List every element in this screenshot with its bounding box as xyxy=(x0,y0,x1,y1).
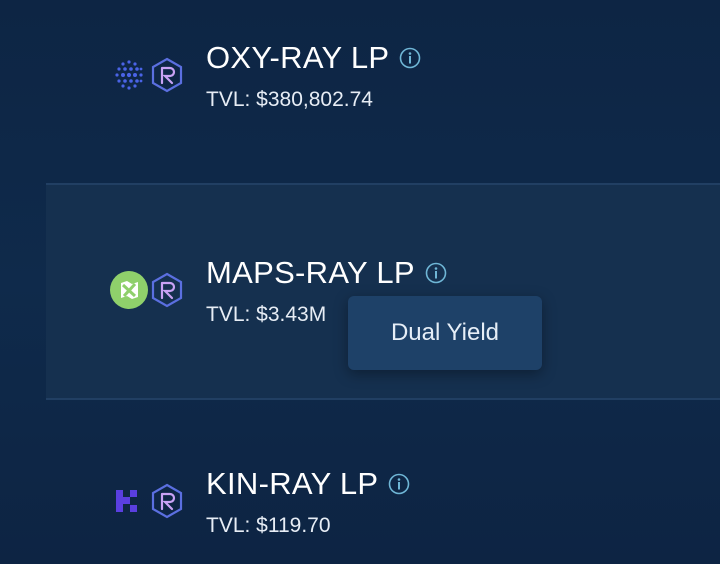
pool-tvl: TVL: $380,802.74 xyxy=(206,88,373,111)
pool-name-text: KIN-RAY LP xyxy=(206,466,379,501)
info-icon[interactable] xyxy=(388,473,410,495)
pool-tvl: TVL: $119.70 xyxy=(206,514,331,537)
pool-name: KIN-RAY LP xyxy=(206,466,410,502)
pool-name: OXY-RAY LP xyxy=(206,40,421,76)
pool-icons xyxy=(110,482,186,520)
dual-yield-tooltip: Dual Yield xyxy=(348,296,542,370)
ray-token-icon xyxy=(148,482,186,520)
oxy-token-icon xyxy=(110,56,148,94)
pool-row-oxy[interactable]: OXY-RAY LP TVL: $380,802.74 xyxy=(46,0,720,182)
maps-token-icon xyxy=(110,271,148,309)
info-icon[interactable] xyxy=(399,47,421,69)
info-icon[interactable] xyxy=(425,262,447,284)
ray-token-icon xyxy=(148,56,186,94)
pool-icons xyxy=(110,56,186,94)
pool-row-kin[interactable]: KIN-RAY LP TVL: $119.70 xyxy=(46,398,720,564)
pool-name: MAPS-RAY LP xyxy=(206,255,447,291)
pool-name-text: OXY-RAY LP xyxy=(206,40,390,75)
pool-icons xyxy=(110,271,186,309)
kin-token-icon xyxy=(110,482,148,520)
pool-name-text: MAPS-RAY LP xyxy=(206,255,415,290)
ray-token-icon xyxy=(148,271,186,309)
pool-tvl: TVL: $3.43M xyxy=(206,303,327,326)
tooltip-text: Dual Yield xyxy=(390,319,500,346)
